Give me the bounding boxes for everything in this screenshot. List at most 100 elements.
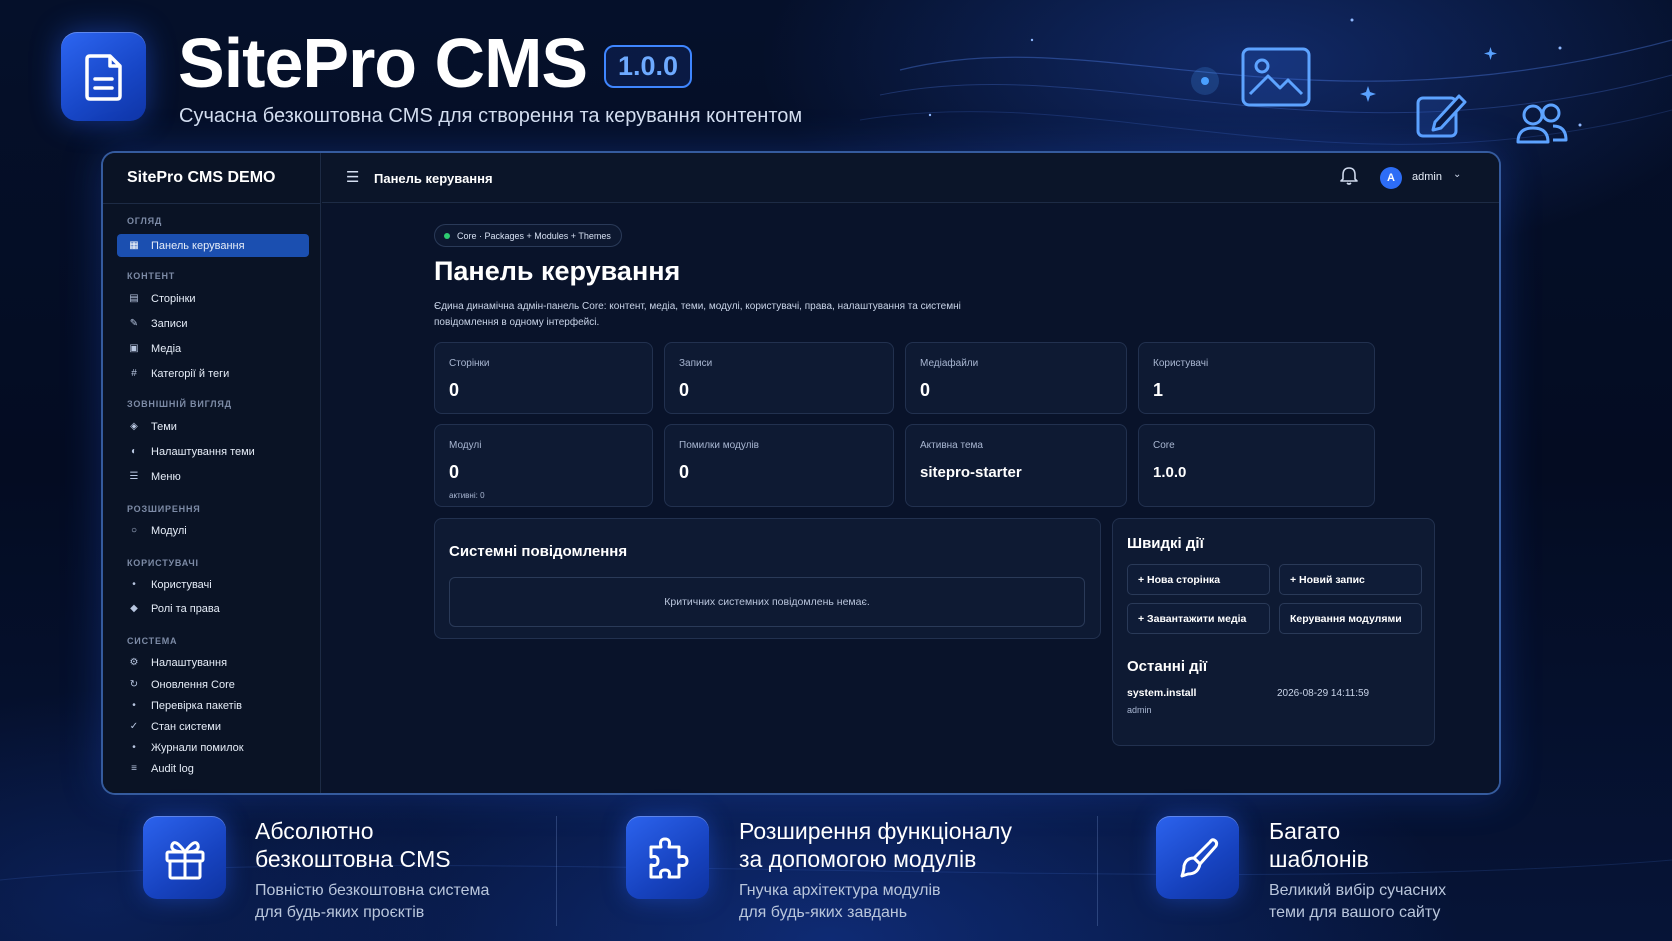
sidebar: SitePro CMS DEMO ОГЛЯД ▦ Панель керуванн… — [103, 153, 321, 793]
users-icon — [1516, 103, 1568, 144]
stat-card-module-errors: Помилки модулів 0 — [664, 424, 894, 507]
refresh-icon: ↻ — [129, 679, 139, 690]
system-messages-panel: Системні повідомлення Критичних системни… — [434, 518, 1101, 639]
recent-action-time: 2026-08-29 14:11:59 — [1277, 688, 1370, 699]
dot-icon: • — [132, 742, 136, 753]
system-messages-title: Системні повідомлення — [449, 543, 628, 560]
puzzle-icon — [649, 837, 688, 878]
new-page-button[interactable]: + Нова сторінка — [1127, 564, 1270, 595]
feature-templates-desc: Великий вибір сучасних теми для вашого с… — [1269, 882, 1447, 921]
stat-label: Активна тема — [920, 440, 983, 451]
sidebar-item-label: Сторінки — [151, 292, 196, 305]
sidebar-item-audit-log[interactable]: ≡ Audit log — [117, 757, 309, 780]
stat-label: Користувачі — [1153, 358, 1209, 369]
chevron-down-icon[interactable]: ⌄ — [1453, 169, 1461, 180]
stat-value: 0 — [679, 380, 690, 400]
recent-action-user: admin — [1127, 705, 1152, 715]
edit-icon — [1416, 94, 1467, 138]
circle-icon: ○ — [130, 525, 138, 536]
check-icon: ✓ — [129, 721, 139, 732]
sidebar-item-core-update[interactable]: ↻ Оновлення Core — [117, 673, 309, 696]
sidebar-item-menu[interactable]: ☰ Меню — [117, 465, 309, 488]
stat-card-modules: Модулі 0 активні: 0 — [434, 424, 653, 507]
sidebar-item-media[interactable]: ▣ Медіа — [117, 337, 309, 360]
stat-label: Записи — [679, 358, 713, 369]
feature-free-icon — [143, 816, 226, 899]
version-badge: 1.0.0 — [604, 45, 692, 88]
sidebar-item-theme-settings[interactable]: ◐ Налаштування теми — [117, 440, 309, 463]
sidebar-item-settings[interactable]: ⚙ Налаштування — [117, 651, 309, 674]
feature-separator — [1097, 816, 1098, 926]
bell-icon[interactable] — [1340, 166, 1358, 186]
stat-value: 0 — [449, 462, 460, 482]
stat-label: Core — [1153, 440, 1175, 451]
status-dot — [444, 233, 450, 239]
contrast-icon: ◐ — [130, 446, 138, 457]
sidebar-item-label: Меню — [151, 470, 181, 483]
recent-actions-title: Останні дії — [1127, 658, 1208, 675]
feature-templates-title: Багато шаблонів — [1269, 818, 1369, 872]
hamburger-menu-icon[interactable]: ☰ — [346, 168, 359, 186]
document-icon — [84, 53, 122, 101]
feature-modules-desc: Гнучка архітектура модулів для будь-яких… — [739, 882, 941, 921]
feature-templates-icon — [1156, 816, 1239, 899]
hash-icon: # — [131, 368, 137, 379]
stat-card-posts: Записи 0 — [664, 342, 894, 414]
stat-sub: активні: 0 — [449, 491, 485, 500]
feature-modules-title: Розширення функціоналу за допомогою моду… — [739, 818, 1012, 872]
manage-modules-button[interactable]: Керування модулями — [1279, 603, 1422, 634]
stat-value: 1.0.0 — [1153, 464, 1187, 481]
stat-value: 0 — [679, 462, 690, 482]
main-content: Core · Packages + Modules + Themes Панел… — [322, 204, 1499, 793]
sidebar-divider — [103, 203, 321, 204]
stat-value: 1 — [1153, 380, 1164, 400]
sidebar-item-label: Користувачі — [151, 578, 212, 591]
gear-icon: ⚙ — [129, 657, 139, 668]
sidebar-item-label: Панель керування — [151, 239, 245, 252]
sidebar-item-dashboard[interactable]: ▦ Панель керування — [117, 234, 309, 257]
media-icon: ▣ — [129, 343, 139, 354]
section-label-content: КОНТЕНТ — [127, 271, 176, 281]
sidebar-item-label: Налаштування теми — [151, 445, 255, 458]
upload-media-button[interactable]: + Завантажити медіа — [1127, 603, 1270, 634]
sidebar-item-posts[interactable]: ✎ Записи — [117, 312, 309, 335]
section-label-users: КОРИСТУВАЧІ — [127, 558, 199, 568]
stat-card-core: Core 1.0.0 — [1138, 424, 1375, 507]
pill-label: Core · Packages + Modules + Themes — [457, 230, 611, 241]
sidebar-item-label: Категорії й теги — [151, 367, 230, 380]
gift-icon — [165, 840, 204, 879]
recent-action-name: system.install — [1127, 687, 1197, 699]
sidebar-item-users[interactable]: • Користувачі — [117, 573, 309, 596]
system-messages-empty: Критичних системних повідомлень немає. — [449, 577, 1085, 627]
pages-icon: ▤ — [129, 293, 139, 304]
page-description: Єдина динамічна адмін-панель Core: конте… — [434, 301, 961, 328]
topbar: ☰ Панель керування A admin ⌄ — [322, 153, 1499, 203]
sidebar-item-label: Audit log — [151, 762, 194, 775]
brush-icon — [1180, 837, 1218, 877]
sidebar-item-categories[interactable]: # Категорії й теги — [117, 362, 309, 385]
core-pill: Core · Packages + Modules + Themes — [434, 224, 622, 247]
diamond-icon: ◈ — [130, 421, 138, 432]
sidebar-item-error-logs[interactable]: • Журнали помилок — [117, 736, 309, 759]
feature-free-desc: Повністю безкоштовна система для будь-як… — [255, 882, 490, 921]
sidebar-item-label: Записи — [151, 317, 188, 330]
app-subtitle: Сучасна безкоштовна CMS для створення та… — [179, 105, 803, 127]
sidebar-item-modules[interactable]: ○ Модулі — [117, 519, 309, 542]
avatar[interactable]: A — [1380, 167, 1402, 189]
quick-actions-title: Швидкі дії — [1127, 535, 1204, 552]
new-post-button[interactable]: + Новий запис — [1279, 564, 1422, 595]
sidebar-item-pages[interactable]: ▤ Сторінки — [117, 287, 309, 310]
stat-label: Сторінки — [449, 358, 490, 369]
list-icon: ≡ — [131, 763, 137, 774]
user-name[interactable]: admin — [1412, 171, 1442, 183]
list-icon: ☰ — [129, 471, 139, 482]
sidebar-item-package-check[interactable]: • Перевірка пакетів — [117, 694, 309, 717]
stat-label: Медіафайли — [920, 358, 979, 369]
sidebar-item-roles[interactable]: ◆ Ролі та права — [117, 597, 309, 620]
dot-icon: • — [132, 579, 136, 590]
stat-label: Модулі — [449, 440, 482, 451]
stat-card-active-theme: Активна тема sitepro-starter — [905, 424, 1127, 507]
sidebar-item-system-status[interactable]: ✓ Стан системи — [117, 715, 309, 738]
sidebar-title: SitePro CMS DEMO — [127, 169, 276, 186]
sidebar-item-themes[interactable]: ◈ Теми — [117, 415, 309, 438]
